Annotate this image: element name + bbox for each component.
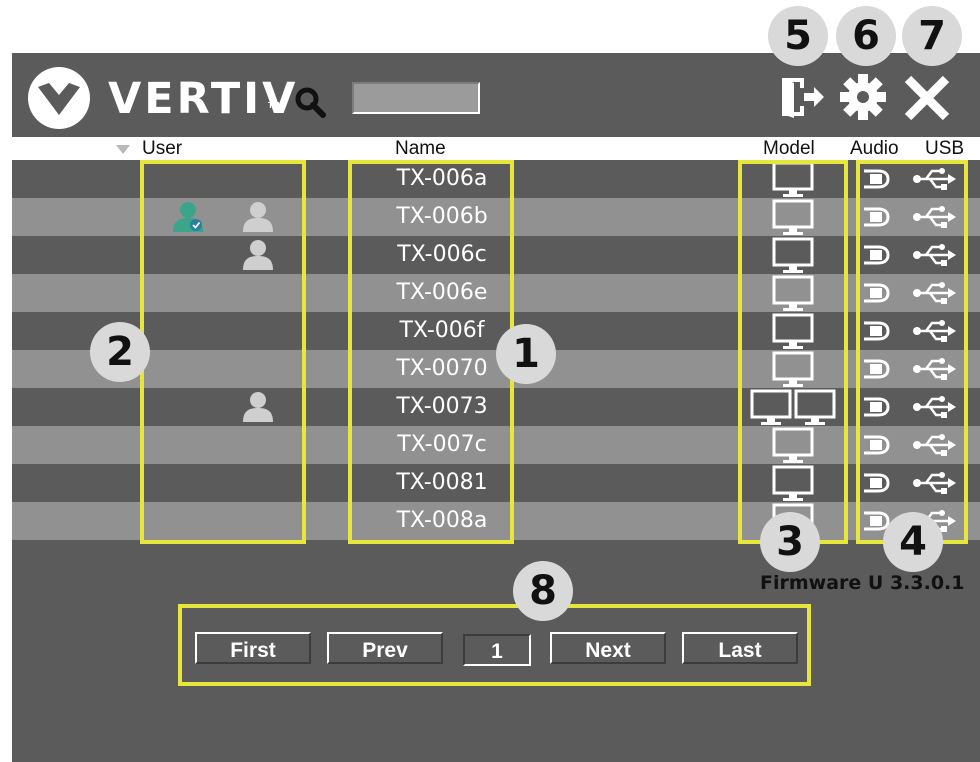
first-page-button[interactable]: First bbox=[195, 632, 311, 664]
user-column-highlight bbox=[140, 160, 306, 544]
audio-usb-column-highlight bbox=[856, 160, 968, 544]
brand-name: VERTIV bbox=[108, 74, 299, 124]
marker-3: 3 bbox=[760, 512, 820, 572]
search-input[interactable] bbox=[352, 82, 480, 114]
vertiv-logo-mark-icon bbox=[38, 83, 80, 115]
sort-descending-icon[interactable] bbox=[116, 145, 130, 154]
marker-1: 1 bbox=[496, 324, 556, 384]
last-page-button[interactable]: Last bbox=[682, 632, 798, 664]
prev-page-button[interactable]: Prev bbox=[327, 632, 443, 664]
close-icon[interactable] bbox=[903, 75, 951, 121]
page-number-input[interactable]: 1 bbox=[463, 634, 531, 666]
model-column-highlight bbox=[738, 160, 848, 544]
gear-icon[interactable] bbox=[838, 72, 888, 122]
column-model[interactable]: Model bbox=[763, 137, 815, 160]
column-name[interactable]: Name bbox=[395, 137, 446, 160]
name-column-highlight bbox=[348, 160, 514, 544]
vertiv-logo bbox=[28, 67, 90, 129]
brand-trademark: TM bbox=[268, 101, 280, 110]
logout-icon[interactable] bbox=[778, 74, 828, 120]
marker-2: 2 bbox=[90, 322, 150, 382]
column-audio[interactable]: Audio bbox=[850, 137, 899, 160]
column-user[interactable]: User bbox=[142, 137, 182, 160]
marker-8: 8 bbox=[513, 561, 573, 621]
next-page-button[interactable]: Next bbox=[550, 632, 666, 664]
firmware-version: Firmware U 3.3.0.1 bbox=[760, 572, 965, 594]
marker-7: 7 bbox=[902, 6, 962, 66]
marker-4: 4 bbox=[883, 512, 943, 572]
search-icon[interactable] bbox=[293, 85, 327, 119]
marker-6: 6 bbox=[836, 6, 896, 66]
column-usb[interactable]: USB bbox=[925, 137, 964, 160]
marker-5: 5 bbox=[768, 6, 828, 66]
